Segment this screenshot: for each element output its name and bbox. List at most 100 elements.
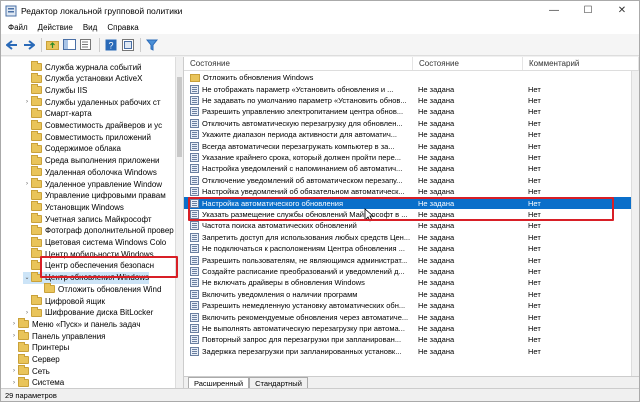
setting-row[interactable]: Не задавать по умолчанию параметр «Устан… xyxy=(184,95,631,107)
menu-file[interactable]: Файл xyxy=(3,23,33,32)
toolbar-separator xyxy=(99,37,100,52)
setting-row[interactable]: Частота поиска автоматических обновлений… xyxy=(184,220,631,232)
policy-setting-icon xyxy=(190,289,199,299)
tree-scrollbar-thumb[interactable] xyxy=(177,77,182,157)
tree-item[interactable]: Совместимость приложений xyxy=(23,131,151,143)
tree-item[interactable]: Содержимое облака xyxy=(23,142,121,155)
tree-item[interactable]: › Удаленное управление Window xyxy=(23,178,162,190)
folder-icon xyxy=(31,142,42,153)
maximize-button[interactable]: ☐ xyxy=(571,1,605,20)
setting-row[interactable]: Не отображать параметр «Установить обнов… xyxy=(184,83,631,95)
menu-view[interactable]: Вид xyxy=(78,23,102,32)
menu-action[interactable]: Действие xyxy=(33,23,78,32)
setting-row[interactable]: Создайте расписание преобразований и уве… xyxy=(184,266,631,278)
close-button[interactable]: ✕ xyxy=(605,1,639,20)
tree-item[interactable]: Служба журнала событий xyxy=(23,61,142,73)
column-status[interactable]: Состояние xyxy=(413,57,523,70)
tree-item-label: Отложить обновления Wind xyxy=(58,284,162,294)
folder-up-icon[interactable] xyxy=(45,37,60,52)
tree-item[interactable]: Центр мобильности Windows xyxy=(23,248,154,260)
filter-icon[interactable] xyxy=(144,37,159,52)
setting-row[interactable]: Настройка уведомлений с напоминанием об … xyxy=(184,163,631,175)
setting-row[interactable]: Не включать драйверы в обновления Window… xyxy=(184,277,631,289)
setting-row[interactable]: Включить рекомендуемые обновления через … xyxy=(184,311,631,323)
expand-arrow-icon[interactable]: › xyxy=(10,333,18,339)
tree-item[interactable]: › Меню «Пуск» и панель задач xyxy=(10,318,140,330)
setting-row[interactable]: Настройка автоматического обновления Не з… xyxy=(184,197,631,209)
setting-row[interactable]: Указание крайнего срока, который должен … xyxy=(184,152,631,164)
tree-item[interactable]: Среда выполнения приложени xyxy=(23,154,159,167)
column-comment[interactable]: Комментарий xyxy=(523,57,639,70)
tree-item[interactable]: Совместимость драйверов и ус xyxy=(23,119,162,132)
tree-item[interactable]: Смарт-карта xyxy=(23,107,92,120)
setting-row[interactable]: Разрешить пользователям, не являющимся а… xyxy=(184,254,631,266)
policy-setting-icon xyxy=(190,232,199,242)
setting-name: Разрешить пользователям, не являющимся а… xyxy=(202,255,408,265)
setting-comment: Нет xyxy=(528,107,541,117)
policy-setting-icon xyxy=(190,210,199,220)
tree-item[interactable]: › Шифрование диска BitLocker xyxy=(23,306,153,319)
tree-item[interactable]: Цветовая система Windows Colo xyxy=(23,236,166,249)
tab-extended[interactable]: Расширенный xyxy=(188,377,250,388)
tree-item[interactable]: › Сеть xyxy=(10,365,50,377)
setting-row[interactable]: Повторный запрос для перезагрузки при за… xyxy=(184,334,631,346)
setting-row[interactable]: Разрешить управлению электропитанием цен… xyxy=(184,106,631,118)
setting-name-cell: Отложить обновления Windows xyxy=(184,73,413,82)
setting-row[interactable]: Укажите диапазон периода активности для … xyxy=(184,129,631,141)
menu-help[interactable]: Справка xyxy=(102,23,143,32)
properties-icon[interactable] xyxy=(120,37,135,52)
show-hide-tree-icon[interactable] xyxy=(62,37,77,52)
setting-comment: Нет xyxy=(528,175,541,185)
tree-item[interactable]: Центр обеспечения безопасн xyxy=(23,259,154,272)
tree-item[interactable]: › Система xyxy=(10,376,64,388)
expand-arrow-icon[interactable]: › xyxy=(23,99,31,105)
help-icon[interactable]: ? xyxy=(103,37,118,52)
setting-row[interactable]: Всегда автоматически перезагружать компь… xyxy=(184,140,631,152)
back-arrow-icon[interactable] xyxy=(4,37,19,52)
setting-status: Не задана xyxy=(418,141,455,151)
expand-arrow-icon[interactable]: › xyxy=(23,181,31,187)
setting-row[interactable]: Задержка перезагрузки при запланированны… xyxy=(184,346,631,358)
setting-row[interactable]: Отложить обновления Windows xyxy=(184,72,631,84)
expand-arrow-icon[interactable]: › xyxy=(23,310,31,316)
setting-status: Не задана xyxy=(418,324,455,334)
setting-row[interactable]: Разрешить немедленную установку автомати… xyxy=(184,300,631,312)
tree-scrollbar[interactable] xyxy=(175,57,183,388)
setting-row[interactable]: Не выполнять автоматическую перезагрузку… xyxy=(184,323,631,335)
tree-item[interactable]: Службы IIS xyxy=(23,84,87,96)
expand-arrow-icon[interactable]: › xyxy=(10,321,18,327)
minimize-button[interactable]: — xyxy=(537,1,571,20)
setting-status: Не задана xyxy=(418,96,455,106)
tree-item[interactable]: Установщик Windows xyxy=(23,201,124,213)
column-state[interactable]: Состояние xyxy=(184,57,413,70)
tree-item[interactable]: Служба установки ActiveX xyxy=(23,72,142,85)
expand-arrow-icon[interactable]: ⌄ xyxy=(23,274,31,281)
tree-item[interactable]: Фотограф дополнительной провер xyxy=(23,224,174,237)
tree-item[interactable]: Принтеры xyxy=(10,341,69,354)
setting-row[interactable]: Включить уведомления о наличии программ Н… xyxy=(184,289,631,301)
setting-row[interactable]: Запретить доступ для использования любых… xyxy=(184,232,631,244)
tree-item[interactable]: Удаленная оболочка Windows xyxy=(23,166,157,178)
setting-row[interactable]: Указать размещение службы обновлений Май… xyxy=(184,209,631,221)
setting-row[interactable]: Отключить автоматическую перезагрузку дл… xyxy=(184,118,631,130)
setting-comment: Нет xyxy=(528,84,541,94)
tree-item[interactable]: Цифровой ящик xyxy=(23,295,105,307)
tree-item[interactable]: Управление цифровыми правам xyxy=(23,189,166,202)
setting-name-cell: Задержка перезагрузки при запланированны… xyxy=(184,346,413,356)
settings-scrollbar[interactable] xyxy=(631,71,639,376)
tree-item[interactable]: › Службы удаленных рабочих ст xyxy=(23,96,161,108)
tab-standard[interactable]: Стандартный xyxy=(249,377,308,388)
policy-setting-icon xyxy=(190,267,199,277)
tree-item[interactable]: ⌄ Центр обновления Windows xyxy=(23,271,150,284)
tree-item[interactable]: Сервер xyxy=(10,353,60,366)
setting-row[interactable]: Не подключаться к расположениям Центра о… xyxy=(184,243,631,255)
tree-item[interactable]: › Панель управления xyxy=(10,330,106,342)
setting-row[interactable]: Настройка уведомлений об обязательном ав… xyxy=(184,186,631,198)
tree-item[interactable]: Отложить обновления Wind xyxy=(36,283,161,295)
setting-row[interactable]: Отключение уведомлений об автоматическом… xyxy=(184,175,631,187)
expand-arrow-icon[interactable]: › xyxy=(10,368,18,374)
expand-arrow-icon[interactable]: › xyxy=(10,380,18,386)
forward-arrow-icon[interactable] xyxy=(21,37,36,52)
tree-item[interactable]: Учетная запись Майкрософт xyxy=(23,213,152,225)
export-list-icon[interactable] xyxy=(79,37,94,52)
